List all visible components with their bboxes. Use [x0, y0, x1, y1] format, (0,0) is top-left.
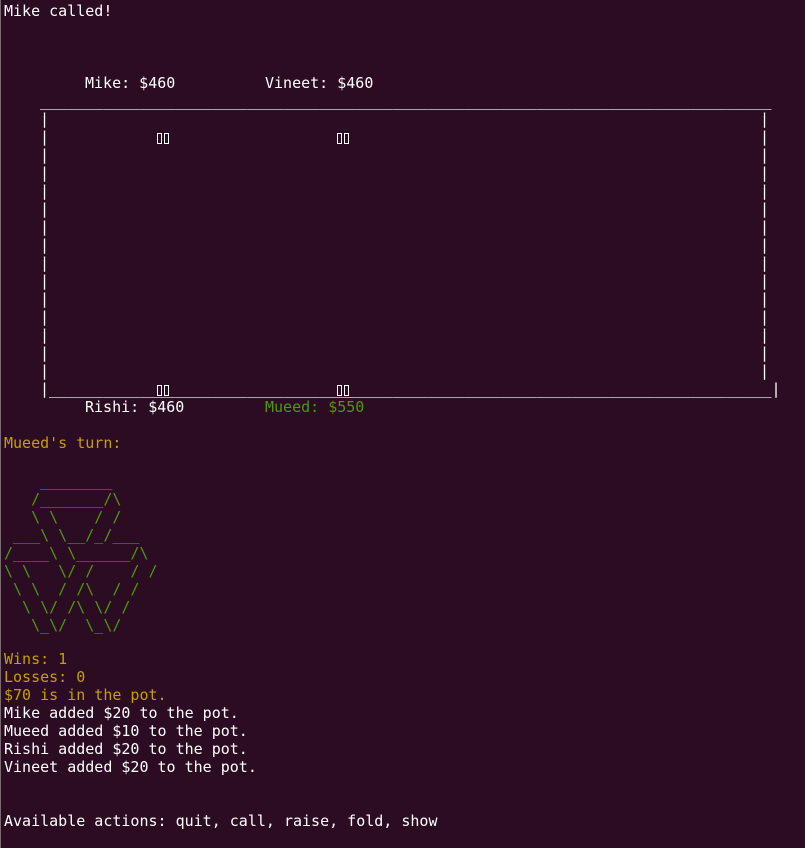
table-side-left: |	[40, 272, 50, 290]
table-side-right: |	[760, 290, 770, 308]
table-side-right: |	[760, 110, 770, 128]
table-side-left: |	[40, 308, 50, 326]
player-rishi-chips: Rishi: $460	[85, 398, 185, 416]
table-side-right: |	[760, 326, 770, 344]
table-side-left: |	[40, 362, 50, 380]
table-side-left: |	[40, 236, 50, 254]
history-line: Vineet added $20 to the pot.	[4, 758, 257, 776]
losses-count: Losses: 0	[4, 668, 86, 686]
table-side-right: |	[760, 200, 770, 218]
table-side-left: |	[40, 110, 50, 128]
table-side-right: |	[760, 272, 770, 290]
table-side-left: |	[40, 164, 50, 182]
vineet-cards	[301, 110, 352, 164]
table-side-left: |	[40, 290, 50, 308]
player-vineet-chips: Vineet: $460	[265, 74, 374, 92]
table-side-right: |	[760, 362, 770, 380]
pot-total: $70 is in the pot.	[4, 686, 167, 704]
player-mueed-chips: Mueed: $550	[265, 398, 365, 416]
history-line: Rishi added $20 to the pot.	[4, 740, 248, 758]
table-side-right: |	[760, 164, 770, 182]
table-side-left: |	[40, 182, 50, 200]
table-side-right: |	[760, 218, 770, 236]
table-side-right: |	[760, 236, 770, 254]
table-side-left: |	[40, 146, 50, 164]
turn-label: Mueed's turn:	[4, 434, 122, 452]
table-side-right: |	[760, 128, 770, 146]
history-line: Mike added $20 to the pot.	[4, 704, 239, 722]
table-top-edge: ________________________________________…	[40, 92, 772, 110]
table-side-right: |	[760, 308, 770, 326]
player-mike-chips: Mike: $460	[85, 74, 176, 92]
table-side-left: |	[40, 200, 50, 218]
table-side-right: |	[760, 182, 770, 200]
available-actions-prompt[interactable]: Available actions: quit, call, raise, fo…	[4, 812, 437, 830]
history-line: Mueed added $10 to the pot.	[4, 722, 248, 740]
terminal-window: Mike called! Mike: $460 Vineet: $460 ___…	[0, 0, 805, 848]
last-event-text: Mike called!	[4, 2, 113, 20]
table-side-right: |	[760, 146, 770, 164]
wins-count: Wins: 1	[4, 650, 68, 668]
card-back-icon	[337, 130, 352, 144]
table-side-left: |	[40, 326, 50, 344]
ascii-logo: ________ /_______/\ \ \ / / ___\ \__/_/_…	[4, 472, 158, 634]
table-side-left: |	[40, 344, 50, 362]
table-side-left: |	[40, 254, 50, 272]
mike-cards	[121, 110, 172, 164]
table-side-right: |	[760, 254, 770, 272]
table-side-right: |	[760, 344, 770, 362]
card-back-icon	[157, 130, 172, 144]
table-side-left: |	[40, 218, 50, 236]
table-bottom-edge: |_______________________________________…	[40, 380, 781, 398]
table-side-left: |	[40, 128, 50, 146]
